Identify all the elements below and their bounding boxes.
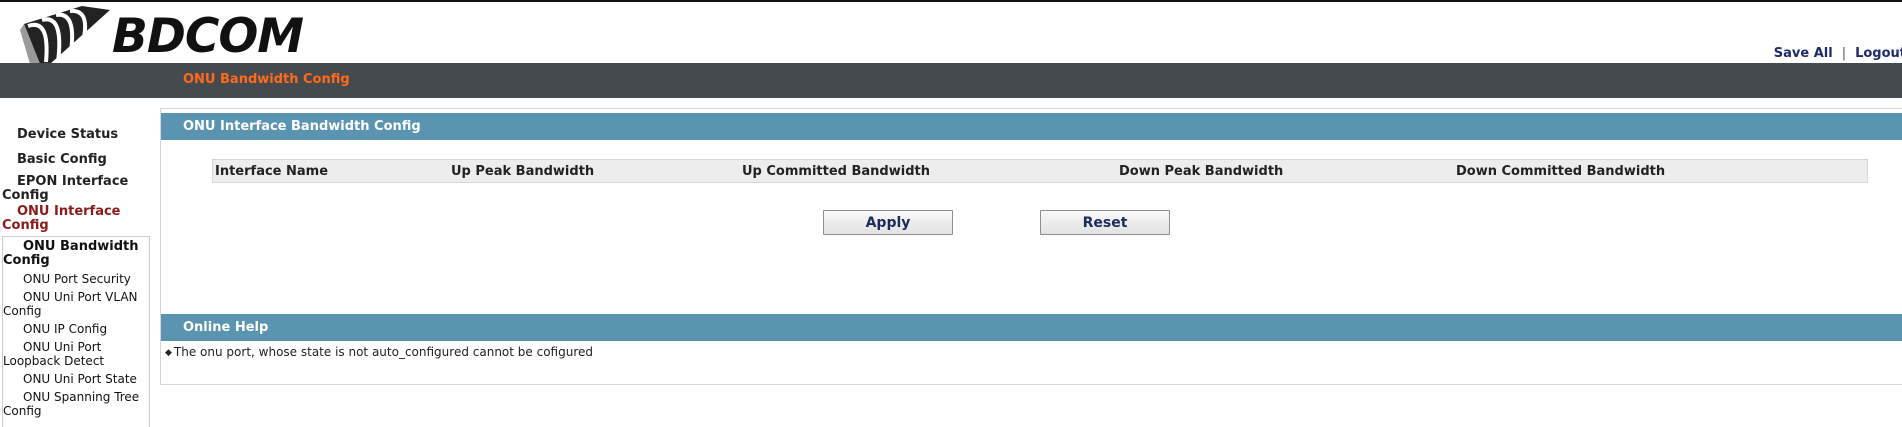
submenu-box: ONU Bandwidth Config ONU Port Security O… <box>2 236 150 427</box>
config-section-header: ONU Interface Bandwidth Config <box>161 113 1902 140</box>
sidebar-item-onu-interface-config[interactable]: ONU Interface Config <box>2 205 152 233</box>
bdcom-logo-icon <box>20 6 110 64</box>
submenu-label-cont: Config <box>3 304 42 318</box>
submenu-label: ONU IP Config <box>23 322 108 336</box>
col-down-committed-bandwidth: Down Committed Bandwidth <box>1456 163 1666 179</box>
breadcrumb: ONU Bandwidth Config <box>183 72 350 87</box>
apply-button[interactable]: Apply <box>823 210 953 235</box>
online-help-title: Online Help <box>183 320 269 335</box>
config-section-title: ONU Interface Bandwidth Config <box>183 119 421 134</box>
link-separator: | <box>1841 46 1847 61</box>
sidebar: Device Status Basic Config EPON Interfac… <box>0 98 152 427</box>
top-links: Save All | Logout <box>1774 46 1902 61</box>
submenu-label: ONU Uni Port State <box>23 372 137 386</box>
col-up-peak-bandwidth: Up Peak Bandwidth <box>451 163 595 179</box>
sidebar-item-epon-interface-config[interactable]: EPON Interface Config <box>2 175 152 203</box>
brand-logo: BDCOM <box>20 6 320 64</box>
col-interface-name: Interface Name <box>215 163 329 179</box>
submenu-item-onu-ip-config[interactable]: ONU IP Config <box>3 322 148 336</box>
table-header-row: Interface Name Up Peak Bandwidth Up Comm… <box>213 160 1868 183</box>
diamond-bullet-icon: ◆ <box>165 348 172 358</box>
help-text: The onu port, whose state is not auto_co… <box>173 345 593 359</box>
submenu-label-cont: Loopback Detect <box>3 354 105 368</box>
submenu-item-onu-port-security[interactable]: ONU Port Security <box>3 272 148 286</box>
help-item: ◆ The onu port, whose state is not auto_c… <box>165 345 593 359</box>
navbar: ONU Bandwidth Config <box>0 63 1902 98</box>
reset-button[interactable]: Reset <box>1040 210 1170 235</box>
submenu-item-onu-uni-port-vlan-config[interactable]: ONU Uni Port VLAN Config <box>3 290 148 318</box>
submenu-label: ONU Port Security <box>23 272 131 286</box>
submenu-item-onu-uni-port-state[interactable]: ONU Uni Port State <box>3 372 148 386</box>
submenu-label-cont: Config <box>3 404 42 418</box>
save-all-link[interactable]: Save All <box>1774 46 1833 61</box>
header: BDCOM Save All | Logout <box>0 2 1902 64</box>
submenu-item-onu-spanning-tree-config[interactable]: ONU Spanning Tree Config <box>3 390 148 418</box>
sidebar-item-label: EPON Interface <box>17 174 129 189</box>
sidebar-item-label-cont: Config <box>2 188 49 203</box>
logout-link[interactable]: Logout <box>1855 46 1902 61</box>
submenu-label: ONU Uni Port VLAN <box>23 290 138 304</box>
sidebar-item-label-cont: Config <box>2 218 49 233</box>
submenu-label-cont: Config <box>3 253 50 268</box>
submenu-label: ONU Spanning Tree <box>23 390 140 404</box>
brand-name: BDCOM <box>112 9 304 64</box>
sidebar-item-basic-config[interactable]: Basic Config <box>2 153 152 167</box>
sidebar-item-label: ONU Interface <box>17 204 121 219</box>
sidebar-item-label: Basic Config <box>17 152 107 167</box>
submenu-label: ONU Uni Port <box>23 340 102 354</box>
online-help-header: Online Help <box>161 314 1902 341</box>
submenu-item-onu-uni-port-loopback-detect[interactable]: ONU Uni Port Loopback Detect <box>3 340 148 368</box>
col-down-peak-bandwidth: Down Peak Bandwidth <box>1119 163 1284 179</box>
sidebar-item-label: Device Status <box>17 127 119 142</box>
sidebar-item-device-status[interactable]: Device Status <box>2 128 152 142</box>
col-up-committed-bandwidth: Up Committed Bandwidth <box>742 163 930 179</box>
submenu-label: ONU Bandwidth <box>23 239 139 254</box>
submenu-item-onu-bandwidth-config[interactable]: ONU Bandwidth Config <box>3 240 148 268</box>
main-panel: ONU Interface Bandwidth Config Interface… <box>160 108 1902 385</box>
bandwidth-table: Interface Name Up Peak Bandwidth Up Comm… <box>212 159 1868 183</box>
